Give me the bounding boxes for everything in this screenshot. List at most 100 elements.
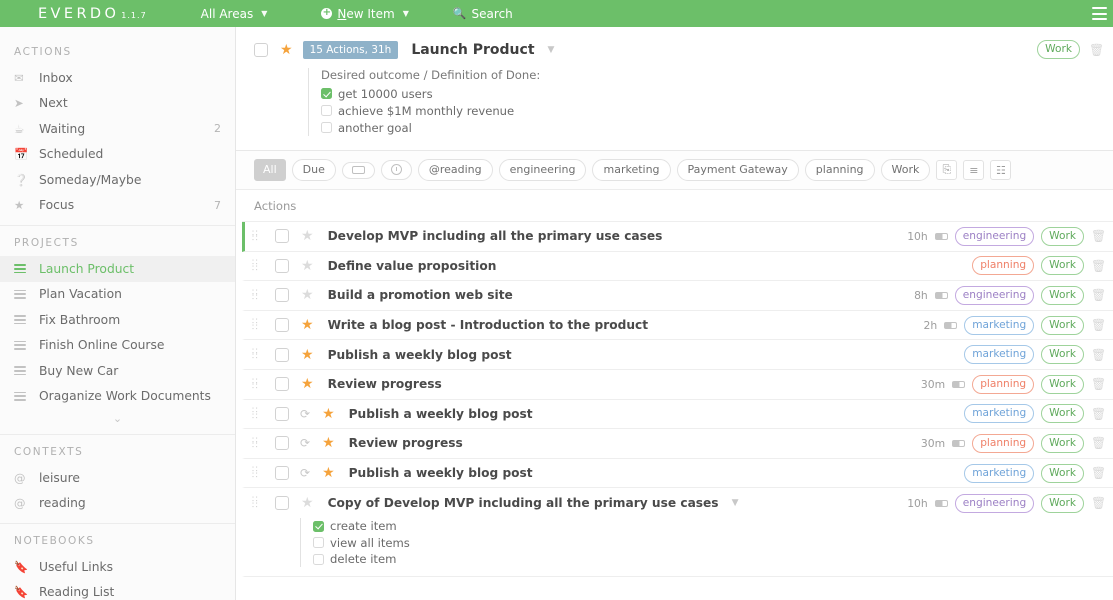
table-row[interactable]: ∷ ∷ ⟳ ★ Review progress 30m planning Work 🗑 — [242, 429, 1113, 459]
action-complete-checkbox[interactable] — [275, 496, 289, 511]
filter-button-sliders-icon[interactable]: ≡ — [963, 160, 985, 180]
action-tag[interactable]: planning — [972, 433, 1035, 453]
goal-checkbox[interactable] — [321, 122, 332, 133]
trash-icon[interactable]: 🗑 — [1091, 348, 1106, 362]
filter-chip--reading[interactable]: @reading — [417, 159, 493, 181]
trash-icon[interactable]: 🗑 — [1091, 318, 1106, 332]
all-areas-dropdown[interactable]: All Areas ▼ — [201, 7, 268, 21]
filter-chip-all[interactable]: All — [254, 159, 286, 181]
action-complete-checkbox[interactable] — [275, 406, 289, 421]
table-row[interactable]: ∷ ∷ ★ Review progress 30m planning Work 🗑 — [242, 369, 1113, 400]
action-star-icon[interactable]: ★ — [322, 407, 335, 421]
action-star-icon[interactable]: ★ — [322, 436, 335, 450]
drag-handle-icon[interactable]: ∷ ∷ — [252, 436, 264, 451]
filter-chip-payment-gateway[interactable]: Payment Gateway — [676, 159, 799, 181]
action-tag[interactable]: engineering — [954, 226, 1035, 246]
table-row[interactable]: ∷ ∷ ⟳ ★ Publish a weekly blog post marketing W… — [242, 458, 1113, 489]
action-complete-checkbox[interactable] — [275, 436, 289, 451]
drag-handle-icon[interactable]: ∷ ∷ — [252, 259, 264, 274]
action-star-icon[interactable]: ★ — [301, 259, 314, 273]
sidebar-item-oraganize-work-documents[interactable]: Oraganize Work Documents — [0, 384, 235, 410]
action-star-icon[interactable]: ★ — [301, 348, 314, 362]
trash-icon[interactable]: 🗑 — [1091, 496, 1106, 510]
table-row[interactable]: ∷ ∷ ★ Copy of Develop MVP including all the… — [245, 488, 1113, 518]
sidebar-item-leisure[interactable]: @ leisure — [0, 465, 235, 491]
table-row[interactable]: ∷ ∷ ★ Write a blog post - Introduction to t… — [242, 310, 1113, 341]
action-complete-checkbox[interactable] — [275, 318, 289, 333]
action-tag[interactable]: Work — [1041, 345, 1084, 365]
drag-handle-icon[interactable]: ∷ ∷ — [252, 318, 264, 333]
filter-chip-marketing[interactable]: marketing — [592, 159, 671, 181]
trash-icon[interactable]: 🗑 — [1091, 436, 1106, 450]
sidebar-expand-chevron-icon[interactable]: ⌄ — [0, 409, 235, 427]
action-tag[interactable]: marketing — [964, 345, 1035, 365]
sidebar-item-plan-vacation[interactable]: Plan Vacation — [0, 282, 235, 308]
search-button[interactable]: 🔍 Search — [453, 7, 513, 21]
filter-button-duplicate-icon[interactable]: ⎘ — [936, 160, 958, 180]
goal-item[interactable]: another goal — [321, 119, 1101, 136]
action-tag[interactable]: engineering — [954, 285, 1035, 305]
checklist-checkbox[interactable] — [313, 537, 324, 549]
sidebar-item-useful-links[interactable]: 🔖 Useful Links — [0, 554, 235, 580]
action-complete-checkbox[interactable] — [275, 288, 289, 303]
trash-icon[interactable]: 🗑 — [1089, 43, 1104, 57]
menu-icon[interactable] — [1092, 7, 1107, 20]
action-tag[interactable]: Work — [1041, 315, 1084, 335]
filter-chip-planning[interactable]: planning — [804, 159, 875, 181]
action-tag[interactable]: Work — [1041, 493, 1084, 513]
goal-checkbox[interactable] — [321, 105, 332, 116]
trash-icon[interactable]: 🗑 — [1091, 377, 1106, 391]
table-row[interactable]: ∷ ∷ ★ Publish a weekly blog post marketing Wo… — [242, 340, 1113, 370]
action-tag[interactable]: planning — [972, 374, 1035, 394]
trash-icon[interactable]: 🗑 — [1091, 288, 1106, 302]
goal-checkbox[interactable] — [321, 88, 332, 99]
project-menu-chevron-icon[interactable]: ▼ — [548, 45, 555, 55]
checklist-checkbox[interactable] — [313, 520, 324, 532]
action-complete-checkbox[interactable] — [275, 466, 289, 481]
action-star-icon[interactable]: ★ — [301, 377, 314, 391]
sidebar-item-scheduled[interactable]: 📅 Scheduled — [0, 142, 235, 168]
table-row[interactable]: ∷ ∷ ★ Build a promotion web site 8h engineeri… — [242, 281, 1113, 311]
checklist-checkbox[interactable] — [313, 553, 324, 565]
action-tag[interactable]: Work — [1041, 433, 1084, 453]
action-complete-checkbox[interactable] — [275, 258, 289, 273]
action-tag[interactable]: marketing — [964, 315, 1035, 335]
project-complete-checkbox[interactable] — [254, 42, 268, 57]
table-row[interactable]: ∷ ∷ ⟳ ★ Publish a weekly blog post marketing W… — [242, 399, 1113, 430]
drag-handle-icon[interactable]: ∷ ∷ — [252, 377, 264, 392]
sidebar-item-fix-bathroom[interactable]: Fix Bathroom — [0, 307, 235, 333]
drag-handle-icon[interactable]: ∷ ∷ — [252, 229, 264, 244]
trash-icon[interactable]: 🗑 — [1091, 407, 1106, 421]
drag-handle-icon[interactable]: ∷ ∷ — [252, 466, 264, 481]
project-tag[interactable]: Work — [1037, 40, 1080, 59]
table-row[interactable]: ∷ ∷ ★ Define value proposition planning Work 🗑 — [242, 251, 1113, 282]
drag-handle-icon[interactable]: ∷ ∷ — [252, 347, 264, 362]
goal-item[interactable]: get 10000 users — [321, 85, 1101, 102]
sidebar-item-waiting[interactable]: ☕ Waiting 2 — [0, 116, 235, 142]
action-tag[interactable]: Work — [1041, 256, 1084, 276]
action-tag[interactable]: Work — [1041, 285, 1084, 305]
filter-chip-engineering[interactable]: engineering — [498, 159, 587, 181]
action-complete-checkbox[interactable] — [275, 377, 289, 392]
filter-button-note-icon[interactable]: ☷ — [990, 160, 1012, 180]
action-tag[interactable]: marketing — [964, 463, 1035, 483]
drag-handle-icon[interactable]: ∷ ∷ — [252, 496, 264, 511]
checklist-item[interactable]: create item — [313, 518, 1113, 535]
action-star-icon[interactable]: ★ — [301, 288, 314, 302]
action-tag[interactable]: marketing — [964, 404, 1035, 424]
action-menu-chevron-icon[interactable]: ▼ — [732, 498, 739, 508]
action-star-icon[interactable]: ★ — [301, 496, 314, 510]
table-row[interactable]: ∷ ∷ ★ Develop MVP including all the primary… — [242, 222, 1113, 252]
sidebar-item-next[interactable]: ➤ Next — [0, 91, 235, 117]
filter-chip-due[interactable]: Due — [291, 159, 336, 181]
action-tag[interactable]: Work — [1041, 463, 1084, 483]
trash-icon[interactable]: 🗑 — [1091, 229, 1106, 243]
sidebar-item-focus[interactable]: ★ Focus 7 — [0, 193, 235, 219]
action-tag[interactable]: Work — [1041, 404, 1084, 424]
action-tag[interactable]: Work — [1041, 226, 1084, 246]
trash-icon[interactable]: 🗑 — [1091, 259, 1106, 273]
trash-icon[interactable]: 🗑 — [1091, 466, 1106, 480]
goal-item[interactable]: achieve $1M monthly revenue — [321, 102, 1101, 119]
action-tag[interactable]: planning — [972, 256, 1035, 276]
action-star-icon[interactable]: ★ — [301, 318, 314, 332]
